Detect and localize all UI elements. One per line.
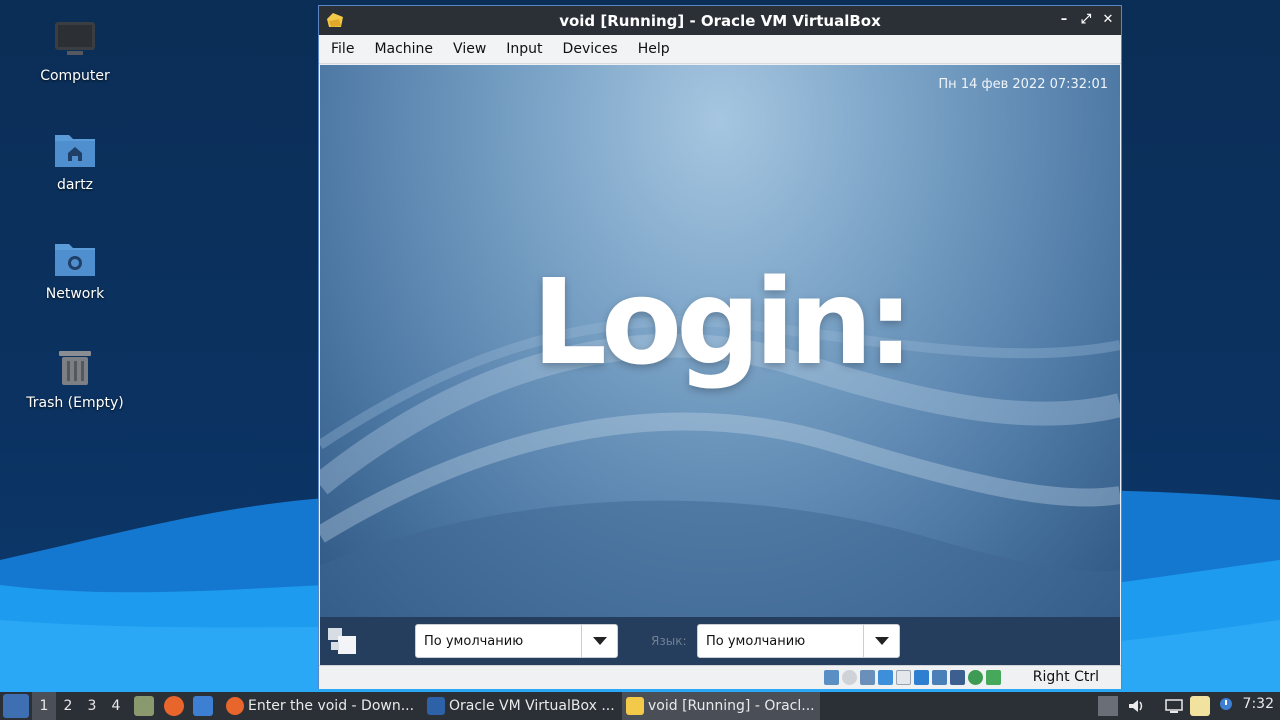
start-menu-icon[interactable] bbox=[3, 694, 29, 718]
display-icon[interactable] bbox=[932, 670, 947, 685]
taskbar: 1 2 3 4 Enter the void - Down... Oracle … bbox=[0, 692, 1280, 720]
menu-bar: File Machine View Input Devices Help bbox=[319, 35, 1121, 64]
menu-devices[interactable]: Devices bbox=[553, 41, 628, 57]
tray-expand-icon[interactable] bbox=[1098, 696, 1118, 716]
guest-display[interactable]: Пн 14 фев 2022 07:32:01 Login: bbox=[320, 65, 1120, 617]
hard-disk-icon[interactable] bbox=[824, 670, 839, 685]
task-firefox[interactable]: Enter the void - Down... bbox=[222, 692, 417, 720]
window-controls: – ⤢ ✕ bbox=[1057, 12, 1115, 27]
host-key-label: Right Ctrl bbox=[1032, 669, 1099, 685]
guest-login-bar: По умолчанию Язык: По умолчанию bbox=[320, 617, 1120, 665]
guest-clock: Пн 14 фев 2022 07:32:01 bbox=[938, 77, 1108, 92]
desktop-icon-label: Network bbox=[45, 286, 105, 302]
menu-help[interactable]: Help bbox=[628, 41, 680, 57]
firefox-icon[interactable] bbox=[164, 696, 184, 716]
session-icon[interactable] bbox=[326, 626, 358, 656]
task-label: void [Running] - Oracl... bbox=[648, 698, 815, 714]
computer-icon bbox=[53, 18, 97, 62]
virtualbox-app-icon bbox=[325, 11, 345, 29]
file-manager-icon[interactable] bbox=[134, 696, 154, 716]
firefox-icon bbox=[226, 697, 244, 715]
optical-drive-icon[interactable] bbox=[842, 670, 857, 685]
cpu-icon[interactable] bbox=[968, 670, 983, 685]
language-label: Язык: bbox=[651, 634, 687, 648]
clipboard-icon[interactable] bbox=[1190, 696, 1210, 716]
volume-icon[interactable] bbox=[1126, 696, 1146, 716]
desktop-icon-label: dartz bbox=[56, 177, 94, 193]
menu-file[interactable]: File bbox=[321, 41, 364, 57]
recording-icon[interactable] bbox=[950, 670, 965, 685]
desktop-icon-home-folder[interactable]: dartz bbox=[15, 127, 135, 193]
workspace-1[interactable]: 1 bbox=[32, 692, 56, 720]
desktop-icon-computer[interactable]: Computer bbox=[15, 18, 135, 84]
vm-statusbar: Right Ctrl bbox=[319, 665, 1121, 689]
maximize-button[interactable]: ⤢ bbox=[1079, 12, 1093, 27]
desktop-icon-label: Trash (Empty) bbox=[26, 395, 124, 411]
menu-machine[interactable]: Machine bbox=[364, 41, 443, 57]
menu-view[interactable]: View bbox=[443, 41, 496, 57]
close-button[interactable]: ✕ bbox=[1101, 12, 1115, 27]
language-select[interactable]: По умолчанию bbox=[697, 624, 900, 658]
chevron-down-icon[interactable] bbox=[581, 625, 617, 657]
minimize-button[interactable]: – bbox=[1057, 12, 1071, 27]
session-select[interactable]: По умолчанию bbox=[415, 624, 618, 658]
task-label: Enter the void - Down... bbox=[248, 698, 415, 714]
language-select-value: По умолчанию bbox=[706, 633, 806, 649]
session-select-value: По умолчанию bbox=[424, 633, 524, 649]
workspace-2[interactable]: 2 bbox=[56, 692, 80, 720]
login-heading: Login: bbox=[531, 253, 914, 391]
clock[interactable]: 7:32 bbox=[1243, 696, 1274, 712]
device-status-icons bbox=[824, 670, 1001, 685]
chevron-down-icon[interactable] bbox=[863, 625, 899, 657]
virtualbox-app-icon bbox=[626, 697, 644, 715]
virtualbox-window[interactable]: void [Running] - Oracle VM VirtualBox – … bbox=[318, 5, 1122, 689]
desktop-icon-label: Computer bbox=[40, 68, 110, 84]
trash-icon bbox=[53, 345, 97, 389]
menu-input[interactable]: Input bbox=[496, 41, 552, 57]
network-tray-icon[interactable] bbox=[1164, 696, 1184, 716]
virtualbox-manager-icon bbox=[427, 697, 445, 715]
show-desktop-icon[interactable] bbox=[193, 696, 213, 716]
usb-icon[interactable] bbox=[896, 670, 911, 685]
home-folder-icon bbox=[53, 127, 97, 171]
audio-icon[interactable] bbox=[860, 670, 875, 685]
workspace-4[interactable]: 4 bbox=[104, 692, 128, 720]
network-adapter-icon[interactable] bbox=[878, 670, 893, 685]
task-virtualbox-manager[interactable]: Oracle VM VirtualBox ... bbox=[423, 692, 618, 720]
window-title: void [Running] - Oracle VM VirtualBox bbox=[559, 11, 881, 30]
desktop-icon-network[interactable]: Network bbox=[15, 236, 135, 302]
update-notifier-icon[interactable] bbox=[1216, 696, 1236, 716]
desktop-icon-trash[interactable]: Trash (Empty) bbox=[15, 345, 135, 411]
mouse-integration-icon[interactable] bbox=[986, 670, 1001, 685]
shared-folders-icon[interactable] bbox=[914, 670, 929, 685]
window-titlebar[interactable]: void [Running] - Oracle VM VirtualBox – … bbox=[319, 6, 1121, 35]
task-label: Oracle VM VirtualBox ... bbox=[449, 698, 615, 714]
task-vm-running[interactable]: void [Running] - Oracl... bbox=[622, 692, 820, 720]
network-folder-icon bbox=[53, 236, 97, 280]
workspace-3[interactable]: 3 bbox=[80, 692, 104, 720]
